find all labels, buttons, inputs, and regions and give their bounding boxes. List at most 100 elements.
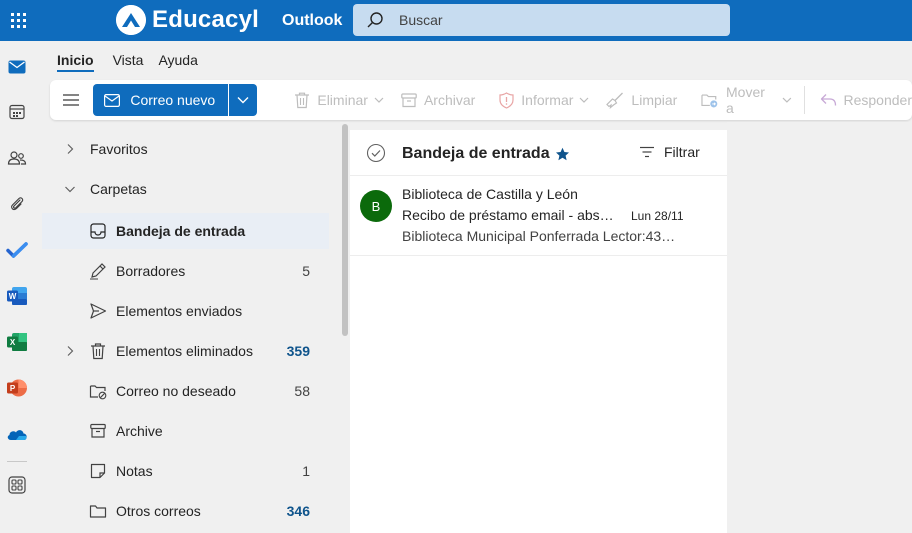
report-label: Informar — [521, 92, 574, 108]
folder-count: 1 — [302, 463, 310, 479]
todo-icon[interactable] — [5, 238, 29, 262]
reply-button[interactable]: Responder — [820, 80, 912, 120]
rail-divider — [7, 461, 27, 462]
search-input[interactable]: Buscar — [399, 12, 443, 28]
tab-vista[interactable]: Vista — [113, 45, 144, 75]
mail-icon[interactable] — [5, 55, 29, 79]
filter-icon — [640, 146, 654, 158]
chevron-down-icon — [65, 186, 75, 193]
note-icon — [90, 463, 106, 479]
archive-label: Archivar — [423, 92, 476, 108]
filter-button[interactable]: Filtrar — [639, 144, 700, 160]
report-button[interactable]: Informar — [499, 80, 589, 120]
powerpoint-icon[interactable]: P — [5, 376, 29, 400]
delete-icon — [91, 343, 105, 360]
attach-icon[interactable] — [5, 192, 29, 216]
folder-other-mail[interactable]: Otros correos 346 — [42, 493, 329, 529]
folder-label: Bandeja de entrada — [116, 223, 246, 239]
new-mail-dropdown-button[interactable] — [229, 84, 258, 116]
folder-junk[interactable]: Correo no deseado 58 — [42, 373, 329, 409]
svg-text:P: P — [10, 384, 16, 393]
message-sender: Biblioteca de Castilla y León — [402, 186, 578, 202]
favorites-header[interactable]: Favoritos — [42, 131, 329, 167]
tab-ayuda[interactable]: Ayuda — [158, 45, 197, 75]
archive-button[interactable]: Archivar — [401, 80, 475, 120]
move-to-label: Mover a — [726, 84, 765, 116]
brand-name: Educacyl — [152, 6, 259, 33]
top-bar: Educacyl Outlook Buscar — [0, 0, 912, 41]
folder-label: Elementos enviados — [116, 303, 243, 319]
collapse-pane-button[interactable] — [50, 80, 91, 120]
move-to-button[interactable]: Mover a — [701, 80, 791, 120]
folder-label: Elementos eliminados — [116, 343, 253, 359]
people-icon[interactable] — [5, 146, 29, 170]
folder-archive[interactable]: Archive — [42, 413, 329, 449]
archive-icon — [90, 423, 106, 438]
chevron-right-icon — [67, 144, 74, 154]
folder-inbox[interactable]: Bandeja de entrada — [42, 213, 329, 249]
apps-icon[interactable] — [5, 473, 29, 497]
command-toolbar: Correo nuevo Eliminar Archivar Informar … — [50, 80, 912, 120]
chevron-down-icon — [374, 97, 384, 103]
toolbar-divider — [803, 86, 805, 114]
folder-label: Correo no deseado — [116, 383, 236, 399]
send-icon — [90, 303, 107, 319]
folder-scrollbar-thumb[interactable] — [342, 124, 348, 336]
new-mail-button[interactable]: Correo nuevo — [93, 84, 229, 116]
inbox-icon — [90, 223, 106, 239]
chevron-down-icon — [237, 97, 249, 104]
archive-icon — [401, 92, 417, 107]
folder-label: Archive — [116, 423, 163, 439]
move-icon — [701, 94, 718, 108]
onedrive-icon[interactable] — [5, 422, 29, 446]
favorites-label: Favoritos — [90, 141, 148, 157]
reading-pane — [727, 122, 912, 533]
sweep-button[interactable]: Limpiar — [606, 80, 677, 120]
folder-pane: Favoritos Carpetas Bandeja de entrada Bo… — [42, 128, 340, 533]
reply-label: Responder — [843, 92, 912, 108]
message-subject: Recibo de préstamo email - absy... — [402, 207, 614, 223]
search-box[interactable]: Buscar — [353, 4, 730, 36]
folder-count: 359 — [286, 343, 310, 359]
folder-label: Notas — [116, 463, 153, 479]
chevron-right-icon — [67, 346, 74, 356]
junk-folder-icon — [89, 385, 107, 400]
new-mail-label: Correo nuevo — [130, 92, 216, 108]
chevron-down-icon — [579, 97, 589, 103]
message-item[interactable]: B Biblioteca de Castilla y León Recibo d… — [350, 177, 727, 256]
filter-label: Filtrar — [664, 144, 700, 160]
message-date: Lun 28/11 — [631, 209, 684, 223]
folders-header[interactable]: Carpetas — [42, 171, 329, 207]
delete-button[interactable]: Eliminar — [294, 80, 384, 120]
svg-text:W: W — [9, 292, 17, 301]
broom-icon — [606, 92, 624, 109]
svg-text:X: X — [10, 338, 16, 347]
reply-icon — [820, 94, 836, 106]
folders-label: Carpetas — [90, 181, 147, 197]
delete-icon — [295, 92, 310, 108]
pencil-icon — [90, 263, 106, 280]
folder-drafts[interactable]: Borradores 5 — [42, 253, 329, 289]
app-name[interactable]: Outlook — [282, 12, 342, 30]
folder-label: Otros correos — [116, 503, 201, 519]
folder-title: Bandeja de entrada — [402, 145, 550, 162]
folder-icon — [89, 505, 107, 518]
app-rail: W X P — [0, 41, 35, 533]
message-preview: Biblioteca Municipal Ponferrada Lector:4… — [402, 228, 682, 244]
hamburger-icon — [62, 94, 79, 106]
excel-icon[interactable]: X — [5, 330, 29, 354]
new-mail-split-button: Correo nuevo — [93, 84, 258, 116]
tab-inicio[interactable]: Inicio — [57, 45, 94, 75]
delete-label: Eliminar — [317, 92, 368, 108]
sweep-label: Limpiar — [631, 92, 678, 108]
folder-sent[interactable]: Elementos enviados — [42, 293, 329, 329]
calendar-icon[interactable] — [5, 100, 29, 124]
word-icon[interactable]: W — [5, 284, 29, 308]
app-launcher-button[interactable] — [0, 0, 36, 41]
folder-deleted[interactable]: Elementos eliminados 359 — [42, 333, 329, 369]
folder-notes[interactable]: Notas 1 — [42, 453, 329, 489]
brand-logo[interactable]: Educacyl — [116, 5, 259, 35]
select-all-checkbox[interactable] — [366, 143, 386, 163]
shield-icon — [499, 91, 514, 109]
favorite-star-icon[interactable] — [555, 147, 570, 162]
